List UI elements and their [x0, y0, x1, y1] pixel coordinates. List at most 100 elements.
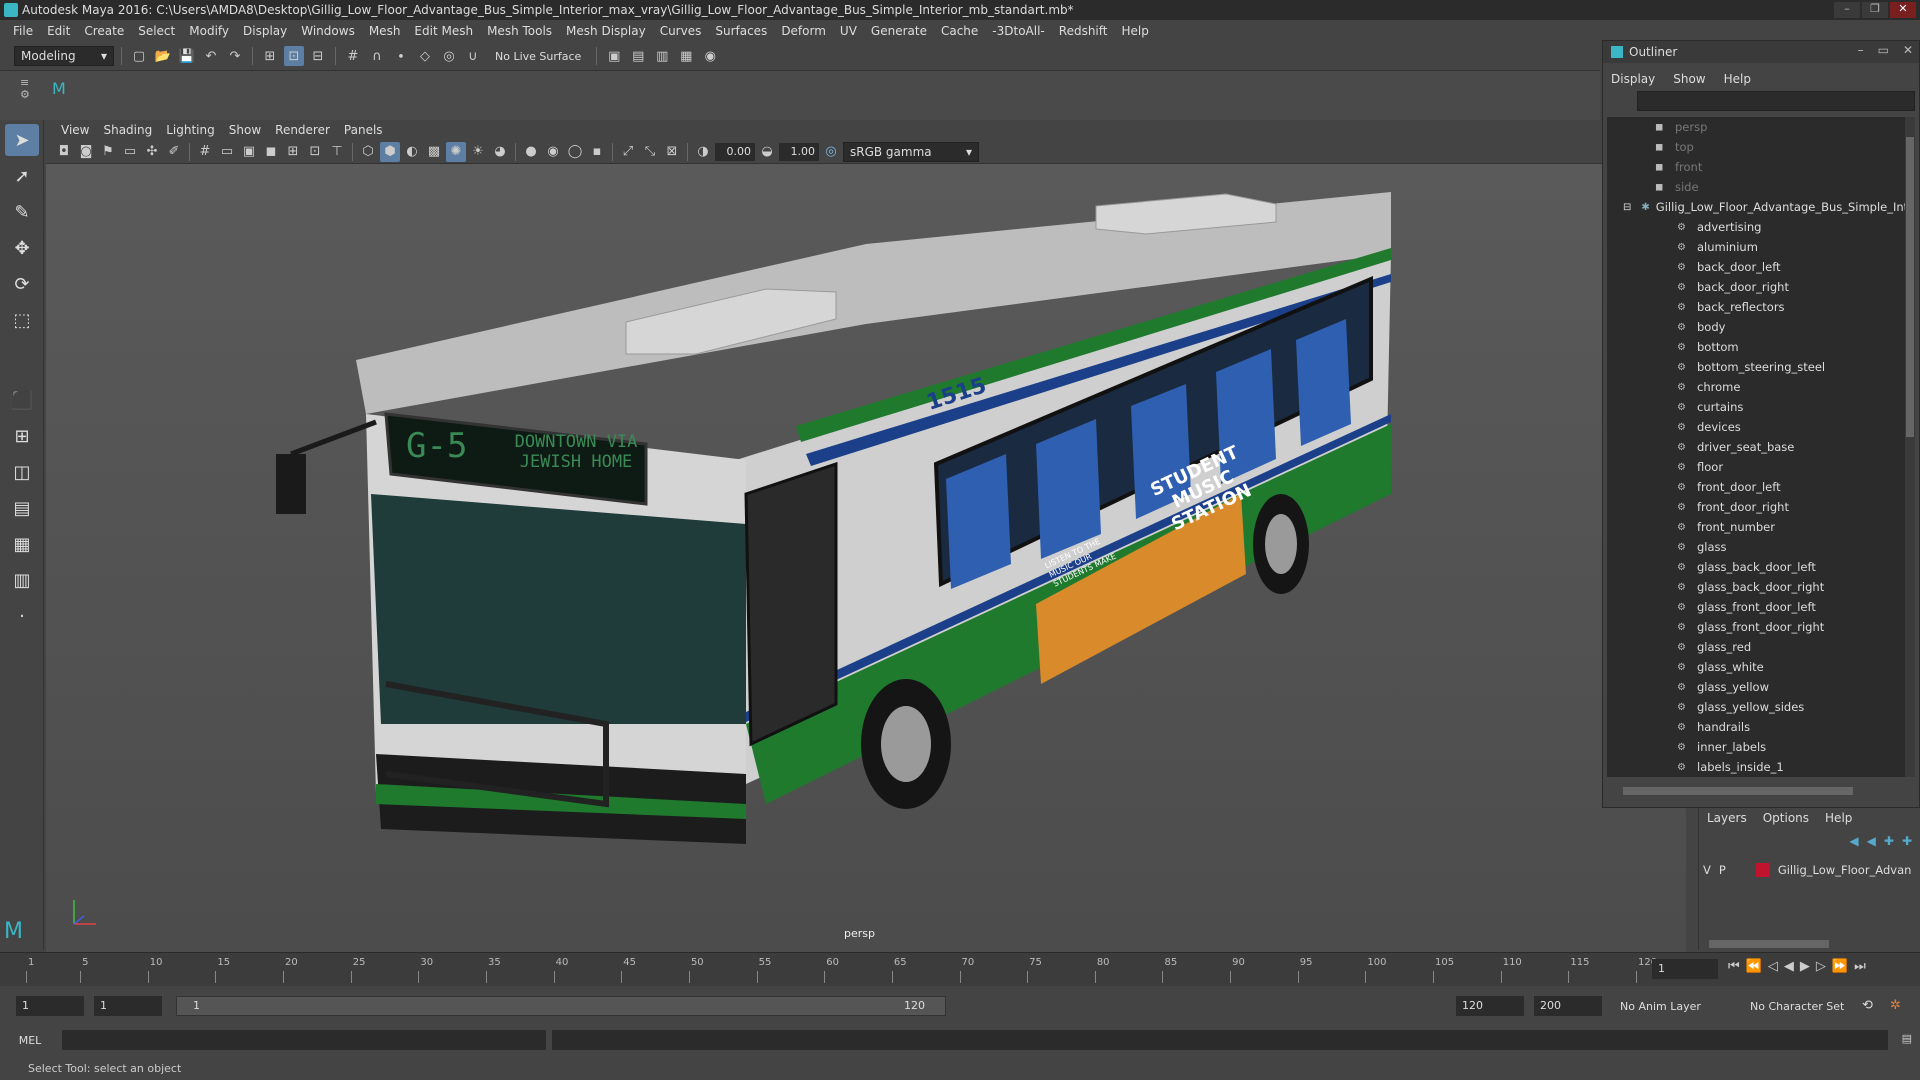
- outliner-item-glass-white[interactable]: ⚙ glass_white: [1607, 657, 1907, 677]
- gamma-icon[interactable]: ◒: [757, 142, 777, 162]
- colorspace-dropdown[interactable]: sRGB gamma ▾: [843, 141, 979, 162]
- outliner-item-glass[interactable]: ⚙ glass: [1607, 537, 1907, 557]
- mode-dropdown[interactable]: Modeling ▾: [14, 46, 114, 66]
- outliner-close-button[interactable]: ✕: [1903, 43, 1913, 57]
- outliner-item-glass-front-door-left[interactable]: ⚙ glass_front_door_left: [1607, 597, 1907, 617]
- outliner-item-front[interactable]: ◼ front: [1607, 157, 1907, 177]
- layer-move-up-icon[interactable]: ◀: [1849, 834, 1858, 848]
- layer-menu-options[interactable]: Options: [1763, 811, 1809, 825]
- close-button[interactable]: ✕: [1890, 2, 1916, 18]
- viewport-menu-renderer[interactable]: Renderer: [268, 123, 337, 137]
- render-current-icon[interactable]: ▤: [628, 46, 648, 66]
- menu-display[interactable]: Display: [236, 24, 294, 38]
- outliner-item-aluminium[interactable]: ⚙ aluminium: [1607, 237, 1907, 257]
- bookmark-icon[interactable]: ⚑: [98, 142, 118, 162]
- quick-layout-single-icon[interactable]: ⬛: [5, 384, 39, 416]
- undo-icon[interactable]: ↶: [201, 46, 221, 66]
- textured-icon[interactable]: ▩: [424, 142, 444, 162]
- viewport-menu-view[interactable]: View: [54, 123, 96, 137]
- menu-generate[interactable]: Generate: [864, 24, 934, 38]
- mel-command-input[interactable]: [62, 1030, 546, 1050]
- ambient-occlusion-icon[interactable]: ◕: [490, 142, 510, 162]
- go-to-start-icon[interactable]: ⏮: [1728, 959, 1740, 974]
- outliner-item-back-door-left[interactable]: ⚙ back_door_left: [1607, 257, 1907, 277]
- minimize-button[interactable]: –: [1834, 2, 1860, 18]
- outliner-item-glass-back-door-right[interactable]: ⚙ glass_back_door_right: [1607, 577, 1907, 597]
- outliner-menu-show[interactable]: Show: [1673, 72, 1705, 86]
- select-by-object-icon[interactable]: ⊡: [284, 46, 304, 66]
- anim-layer-dropdown[interactable]: No Anim Layer: [1620, 1000, 1701, 1013]
- outliner-item-back-reflectors[interactable]: ⚙ back_reflectors: [1607, 297, 1907, 317]
- outliner-item-bottom-steering-steel[interactable]: ⚙ bottom_steering_steel: [1607, 357, 1907, 377]
- menu-mesh[interactable]: Mesh: [362, 24, 408, 38]
- quick-layout-extra-icon[interactable]: ·: [5, 600, 39, 632]
- shelf-options-icon[interactable]: ≡ ⚙: [20, 77, 30, 101]
- xray-icon[interactable]: ●: [521, 142, 541, 162]
- menu-help[interactable]: Help: [1114, 24, 1155, 38]
- outliner-maximize-button[interactable]: ▭: [1878, 43, 1889, 57]
- menu-redshift[interactable]: Redshift: [1052, 24, 1115, 38]
- shelf-maya-logo-icon[interactable]: M: [52, 79, 66, 98]
- outliner-search-input[interactable]: [1637, 91, 1915, 111]
- outliner-item-curtains[interactable]: ⚙ curtains: [1607, 397, 1907, 417]
- layer-menu-help[interactable]: Help: [1825, 811, 1852, 825]
- collapse-icon[interactable]: ⊟: [1623, 202, 1631, 213]
- step-forward-key-icon[interactable]: ⏩: [1832, 959, 1848, 974]
- hypershade-icon[interactable]: ◉: [700, 46, 720, 66]
- viewport-menu-panels[interactable]: Panels: [337, 123, 390, 137]
- playback-start-field[interactable]: 1: [94, 996, 162, 1016]
- menu-3dtoall[interactable]: -3DtoAll-: [985, 24, 1051, 38]
- camera-select-icon[interactable]: ◘: [54, 142, 74, 162]
- snap-grid-icon[interactable]: #: [343, 46, 363, 66]
- play-backwards-icon[interactable]: ◀: [1784, 959, 1794, 974]
- isolate-select-icon[interactable]: ◯: [565, 142, 585, 162]
- grease-pencil-icon[interactable]: ✐: [164, 142, 184, 162]
- outliner-item-side[interactable]: ◼ side: [1607, 177, 1907, 197]
- outliner-item-root-group[interactable]: ⊟ ✱ Gillig_Low_Floor_Advantage_Bus_Simple_…: [1607, 197, 1907, 217]
- outliner-vertical-scrollbar[interactable]: [1905, 117, 1915, 777]
- select-tool-icon[interactable]: ➤: [5, 124, 39, 156]
- maximize-button[interactable]: ❐: [1862, 2, 1888, 18]
- outliner-item-front-door-left[interactable]: ⚙ front_door_left: [1607, 477, 1907, 497]
- outliner-item-bottom[interactable]: ⚙ bottom: [1607, 337, 1907, 357]
- menu-surfaces[interactable]: Surfaces: [708, 24, 774, 38]
- outliner-item-glass-back-door-left[interactable]: ⚙ glass_back_door_left: [1607, 557, 1907, 577]
- go-to-end-icon[interactable]: ⏭: [1854, 959, 1866, 974]
- quick-layout-four-icon[interactable]: ⊞: [5, 420, 39, 452]
- exposure-field[interactable]: 0.00: [715, 142, 755, 161]
- gate-mask-icon[interactable]: ◼: [261, 142, 281, 162]
- viewport-menu-lighting[interactable]: Lighting: [159, 123, 222, 137]
- layer-color-swatch[interactable]: [1755, 863, 1770, 877]
- safe-action-icon[interactable]: ⊡: [305, 142, 325, 162]
- ipr-render-icon[interactable]: ▥: [652, 46, 672, 66]
- open-scene-icon[interactable]: 📂: [153, 46, 173, 66]
- move-tool-icon[interactable]: ✥: [5, 232, 39, 264]
- outliner-horizontal-scrollbar[interactable]: [1623, 787, 1853, 795]
- mel-label[interactable]: MEL: [0, 1034, 60, 1047]
- menu-modify[interactable]: Modify: [182, 24, 236, 38]
- field-chart-icon[interactable]: ⊞: [283, 142, 303, 162]
- frame-selected-icon[interactable]: ⤡: [640, 142, 660, 162]
- menu-edit[interactable]: Edit: [40, 24, 77, 38]
- current-frame-field[interactable]: 1: [1652, 959, 1718, 979]
- outliner-item-glass-red[interactable]: ⚙ glass_red: [1607, 637, 1907, 657]
- magnet-icon[interactable]: ∪: [463, 46, 483, 66]
- menu-uv[interactable]: UV: [833, 24, 864, 38]
- quick-layout-side-icon[interactable]: ◫: [5, 456, 39, 488]
- quick-layout-hypershade-icon[interactable]: ▥: [5, 564, 39, 596]
- smooth-shade-icon[interactable]: ⬢: [380, 141, 400, 162]
- grid-icon[interactable]: #: [195, 142, 215, 162]
- save-scene-icon[interactable]: 💾: [177, 46, 197, 66]
- end-time-field[interactable]: 200: [1534, 996, 1602, 1016]
- outliner-item-persp[interactable]: ◼ persp: [1607, 117, 1907, 137]
- step-forward-frame-icon[interactable]: ▷: [1816, 959, 1826, 974]
- playback-end-field[interactable]: 120: [1456, 996, 1524, 1016]
- viewport-menu-shading[interactable]: Shading: [96, 123, 159, 137]
- select-by-hierarchy-icon[interactable]: ⊞: [260, 46, 280, 66]
- outliner-item-chrome[interactable]: ⚙ chrome: [1607, 377, 1907, 397]
- layer-new-selected-icon[interactable]: ✚: [1902, 834, 1912, 848]
- menu-edit-mesh[interactable]: Edit Mesh: [407, 24, 480, 38]
- xray-joints-icon[interactable]: ◉: [543, 142, 563, 162]
- layer-horizontal-scrollbar[interactable]: [1709, 940, 1829, 948]
- new-scene-icon[interactable]: ▢: [129, 46, 149, 66]
